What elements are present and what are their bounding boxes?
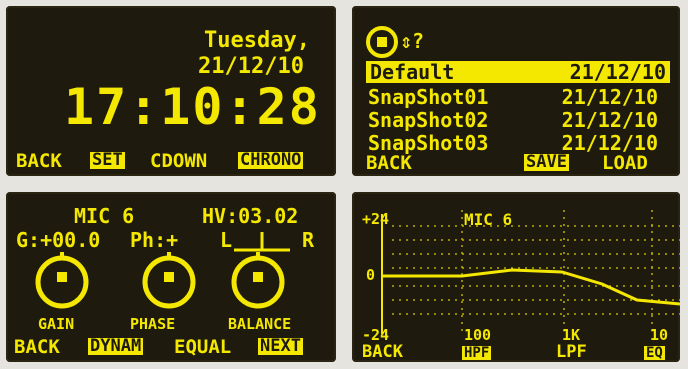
date-label: 21/12/10 [198, 54, 304, 79]
snapshot-screen: ⇕? Default 21/12/10 SnapShot01 21/12/10 … [352, 6, 680, 176]
phase-label: PHASE [130, 315, 176, 333]
eq-graph [381, 210, 680, 334]
balance-right-label: R [302, 228, 315, 252]
snapshot-name: Default [370, 60, 455, 84]
gain-knob-icon [35, 252, 89, 309]
eq-screen: +24 MIC 6 0 -24 100 1K 10 BACK HPF LPF E… [352, 192, 680, 362]
freq-100-label: 100 [464, 326, 492, 344]
snapshot-name: SnapShot01 [368, 85, 489, 109]
mic-title: MIC 6 [74, 204, 135, 228]
snapshot-date: 21/12/10 [561, 108, 658, 132]
phase-readout: Ph:+ [130, 228, 179, 252]
db-bottom-label: -24 [362, 326, 390, 344]
dynam-button[interactable]: DYNAM [88, 338, 144, 355]
eq-button[interactable]: EQ [644, 346, 665, 360]
next-button[interactable]: NEXT [258, 338, 303, 355]
clock-screen: Tuesday, 21/12/10 17:10:28 BACK SET CDOW… [6, 6, 336, 176]
select-prompt: ⇕? [400, 29, 425, 53]
back-button[interactable]: BACK [366, 154, 412, 173]
knob-row [35, 252, 285, 309]
day-label: Tuesday, [204, 28, 310, 53]
set-button[interactable]: SET [90, 152, 125, 169]
snapshot-name: SnapShot02 [368, 108, 489, 132]
balance-left-label: L [220, 228, 233, 252]
time-display: 17:10:28 [64, 78, 321, 136]
mic-screen: MIC 6 HV:03.02 G:+00.0 Ph:+ L R GAIN PHA… [6, 192, 336, 362]
phase-knob-icon [142, 252, 196, 309]
balance-knob-icon [231, 252, 285, 309]
freq-10-label: 10 [650, 326, 669, 344]
back-button[interactable]: BACK [362, 344, 403, 361]
gain-readout: G:+00.0 [16, 228, 101, 252]
balance-label: BALANCE [228, 315, 292, 333]
list-item[interactable]: SnapShot03 21/12/10 [368, 133, 662, 153]
disk-icon [366, 26, 398, 58]
db-top-label: +24 [362, 210, 390, 228]
snapshot-date: 21/12/10 [569, 60, 666, 84]
snapshot-date: 21/12/10 [561, 131, 658, 155]
db-zero-label: 0 [366, 266, 376, 284]
hpf-button[interactable]: HPF [462, 346, 492, 360]
list-item[interactable]: SnapShot01 21/12/10 [368, 87, 662, 107]
eq-title: MIC 6 [464, 210, 513, 229]
freq-1k-label: 1K [562, 326, 581, 344]
gain-label: GAIN [38, 315, 75, 333]
load-button[interactable]: LOAD [602, 154, 648, 173]
save-button[interactable]: SAVE [524, 154, 569, 171]
list-item[interactable]: SnapShot02 21/12/10 [368, 110, 662, 130]
lpf-button[interactable]: LPF [556, 344, 587, 361]
snapshot-date: 21/12/10 [561, 85, 658, 109]
eq-curve [382, 268, 680, 306]
balance-meter [234, 232, 290, 252]
list-item[interactable]: Default 21/12/10 [366, 61, 670, 83]
cdown-button[interactable]: CDOWN [150, 152, 207, 171]
chrono-button[interactable]: CHRONO [238, 152, 304, 169]
back-button[interactable]: BACK [16, 152, 62, 171]
equal-button[interactable]: EQUAL [174, 338, 231, 357]
back-button[interactable]: BACK [14, 338, 60, 357]
hv-readout: HV:03.02 [202, 204, 299, 228]
